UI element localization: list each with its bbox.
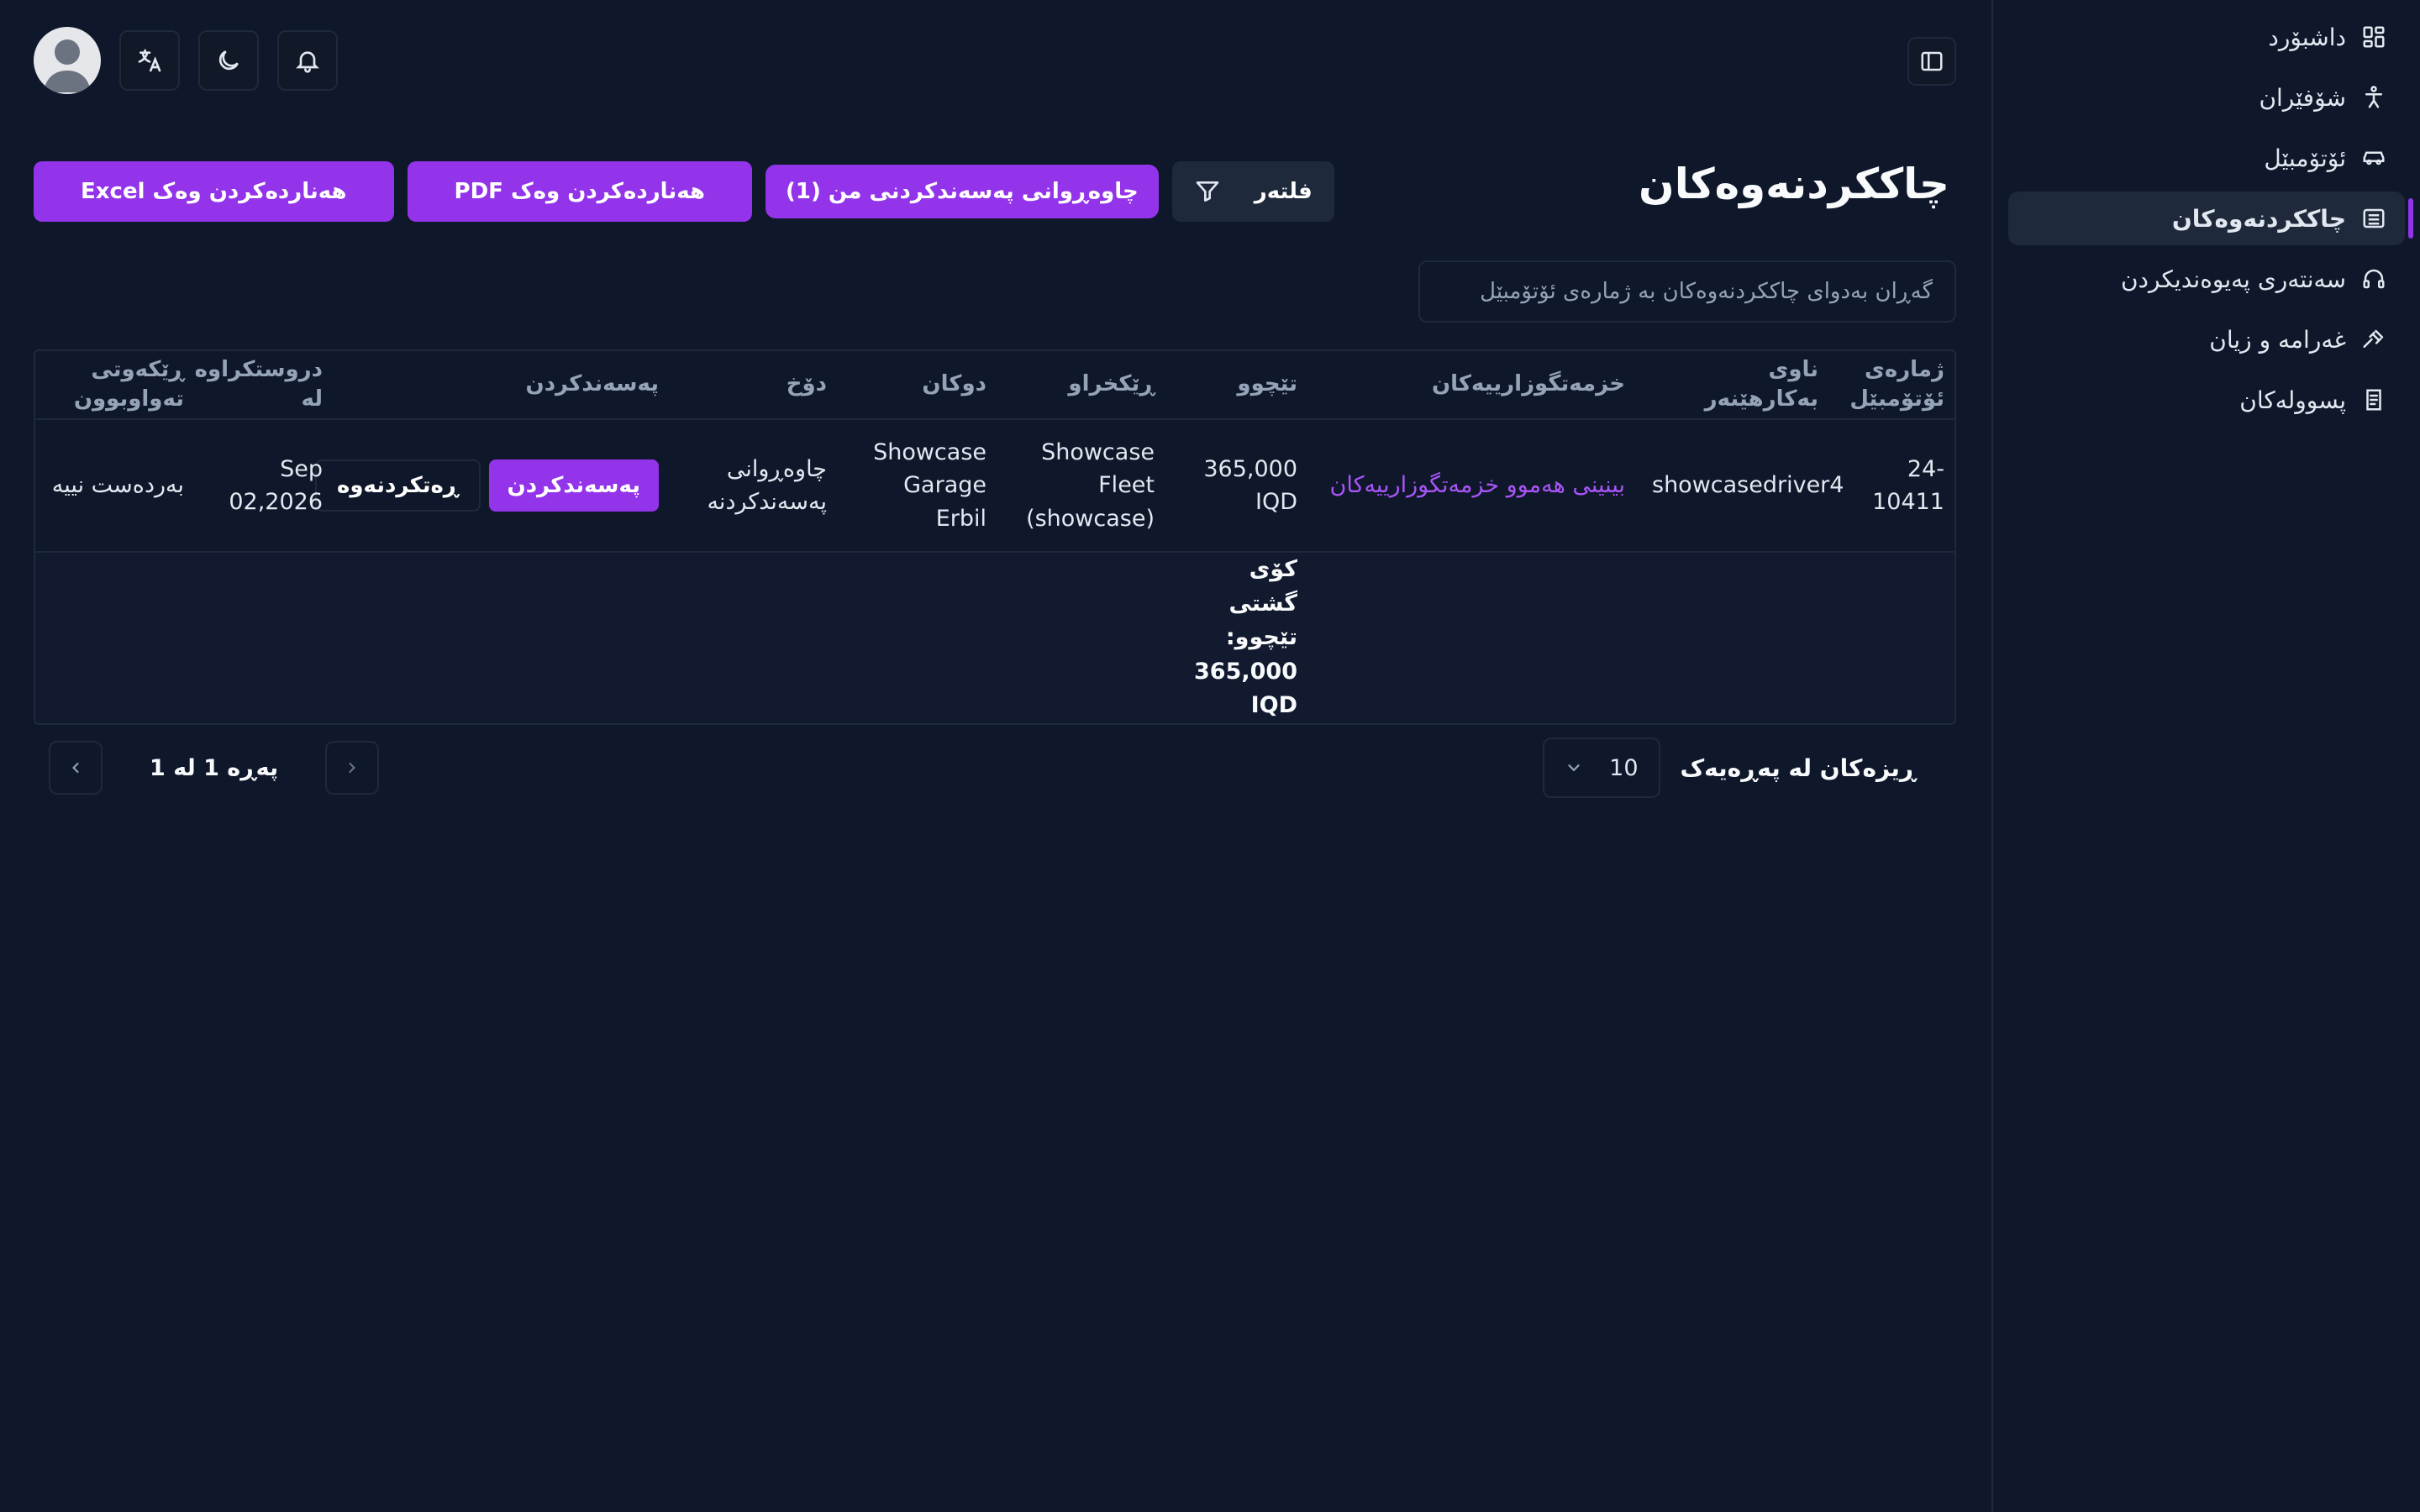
header-actions: هەناردەکردن وەک Excel هەناردەکردن وەک PD… [34,161,1334,222]
cell-services: بینینی هەموو خزمەتگوزارییەکان [1311,419,1639,553]
rows-per-page-label: ڕیزەکان لە پەڕەیەک [1680,753,1916,782]
column-header-organization[interactable]: ڕێکخراو [1000,351,1168,420]
cost-total-value: 365,000 IQD [1194,658,1297,719]
avatar[interactable] [34,27,101,94]
sidebar-item-maintenance[interactable]: چاککردنەوەکان [2008,192,2413,245]
app-root: داشبۆرد شۆفێران ئۆتۆمبێل چاککردنەوەکان س… [0,0,2420,1512]
column-header-username[interactable]: ناوی بەکارهێنەر [1639,351,1832,420]
sidebar-item-receipts[interactable]: پسوولەکان [2008,373,2405,427]
car-icon [2363,151,2385,165]
cell-created-at: Sep 02,2026 [197,419,336,553]
sidebar-item-label: چاککردنەوەکان [2171,204,2346,233]
view-services-link[interactable]: بینینی هەموو خزمەتگوزارییەکان [1330,472,1625,498]
page-info: پەڕە 1 لە 1 [150,754,279,781]
cell-username: showcasedriver4 [1639,419,1844,553]
pagination: پەڕە 1 لە 1 [49,741,380,795]
cell-plate: 24-10411 [1832,419,1954,553]
export-excel-button[interactable]: هەناردەکردن وەک Excel [34,161,394,222]
bell-icon [296,51,319,73]
sidebar-item-fines[interactable]: غەرامە و زیان [2008,312,2405,366]
page-title: چاککردنەوەکان [1639,160,1949,208]
person-icon [2365,86,2382,108]
column-header-created-at[interactable]: دروستکراوە لە [195,351,336,420]
moon-icon [218,50,239,71]
notifications-button[interactable] [277,30,338,91]
column-header-status[interactable]: دۆخ [672,351,840,420]
headset-icon [2363,269,2385,289]
rows-per-page-value: 10 [1609,754,1639,781]
cost-total: کۆی گشتی تێچوو: 365,000 IQD [1168,552,1311,723]
theme-toggle-button[interactable] [198,30,259,91]
sidebar: داشبۆرد شۆفێران ئۆتۆمبێل چاککردنەوەکان س… [1991,0,2420,1512]
sidebar-item-vehicles[interactable]: ئۆتۆمبێل [2008,131,2405,185]
cell-status: چاوەڕوانی پەسەندکردنە [672,419,840,553]
receipt-icon [2366,389,2381,411]
search-input[interactable]: گەڕان بەدوای چاککردنەوەکان بە ژمارەی ئۆت… [1418,260,1956,323]
chevron-left-icon [72,762,79,774]
approve-button[interactable]: پەسەندکردن [488,459,659,512]
column-header-plate[interactable]: ژمارەی ئۆتۆمبێل [1832,351,1954,420]
sidebar-item-label: شۆفێران [2259,83,2346,112]
previous-page-button[interactable] [325,741,380,795]
cell-shop: Showcase Garage Erbil [840,419,1000,553]
search-placeholder: گەڕان بەدوای چاککردنەوەکان بە ژمارەی ئۆت… [1480,279,1933,304]
cell-approval: پەسەندکردن ڕەتکردنەوە [315,419,672,553]
chevron-down-icon [1567,764,1580,772]
filter-label: فلتەر [1254,179,1313,204]
user-avatar-icon [44,39,91,92]
sidebar-nav: داشبۆرد شۆفێران ئۆتۆمبێل چاککردنەوەکان س… [2008,10,2413,427]
sidebar-item-label: سەنتەری پەیوەندیکردن [2120,265,2346,293]
filter-icon [1196,181,1219,202]
archive-icon [2363,208,2385,228]
sidebar-toggle-button[interactable] [1907,37,1956,86]
filter-button[interactable]: فلتەر [1171,161,1334,222]
table-row[interactable]: 24-10411 showcasedriver4 بینینی هەموو خز… [35,419,1954,553]
maintenance-table: ژمارەی ئۆتۆمبێل ناوی بەکارهێنەر خزمەتگوز… [34,349,1956,725]
sidebar-item-label: غەرامە و زیان [2209,325,2346,354]
cell-completed-at: بەردەست نییە [35,419,197,553]
table-header-row: ژمارەی ئۆتۆمبێل ناوی بەکارهێنەر خزمەتگوز… [35,351,1954,420]
export-pdf-button[interactable]: هەناردەکردن وەک PDF [407,161,752,222]
sidebar-item-contact-center[interactable]: سەنتەری پەیوەندیکردن [2008,252,2405,306]
rows-per-page: ڕیزەکان لە پەڕەیەک 10 [1542,738,1916,798]
pending-approval-button[interactable]: چاوەڕوانی پەسەندکردنی من (1) [765,165,1159,218]
cost-total-label: کۆی گشتی تێچوو: [1225,556,1297,650]
dashboard-icon [2363,26,2385,48]
next-page-button[interactable] [49,741,103,795]
sidebar-item-dashboard[interactable]: داشبۆرد [2008,10,2405,64]
column-header-completed-at[interactable]: ڕێکەوتی تەواوبوون [35,351,197,420]
topbar-actions [34,27,338,94]
column-header-cost[interactable]: تێچوو [1168,351,1311,420]
column-header-shop[interactable]: دوکان [840,351,1000,420]
sidebar-item-label: ئۆتۆمبێل [2264,144,2346,172]
column-header-services[interactable]: خزمەتگوزارییەکان [1311,351,1639,420]
panel-icon [1921,51,1943,71]
gavel-icon [2363,329,2384,348]
approval-actions: پەسەندکردن ڕەتکردنەوە [315,459,659,512]
reject-button[interactable]: ڕەتکردنەوە [315,459,481,512]
sidebar-item-label: داشبۆرد [2268,23,2346,51]
cell-organization: Showcase Fleet (showcase) [1000,419,1168,553]
column-header-approval[interactable]: پەسەندکردن [336,351,672,420]
chevron-right-icon [349,762,356,774]
sidebar-item-drivers[interactable]: شۆفێران [2008,71,2405,124]
language-button[interactable] [119,30,180,91]
translate-icon [138,49,161,72]
sidebar-item-label: پسوولەکان [2239,386,2346,414]
rows-per-page-select[interactable]: 10 [1542,738,1660,798]
table-footer-row: کۆی گشتی تێچوو: 365,000 IQD [35,552,1954,723]
cell-cost: 365,000 IQD [1168,419,1311,553]
